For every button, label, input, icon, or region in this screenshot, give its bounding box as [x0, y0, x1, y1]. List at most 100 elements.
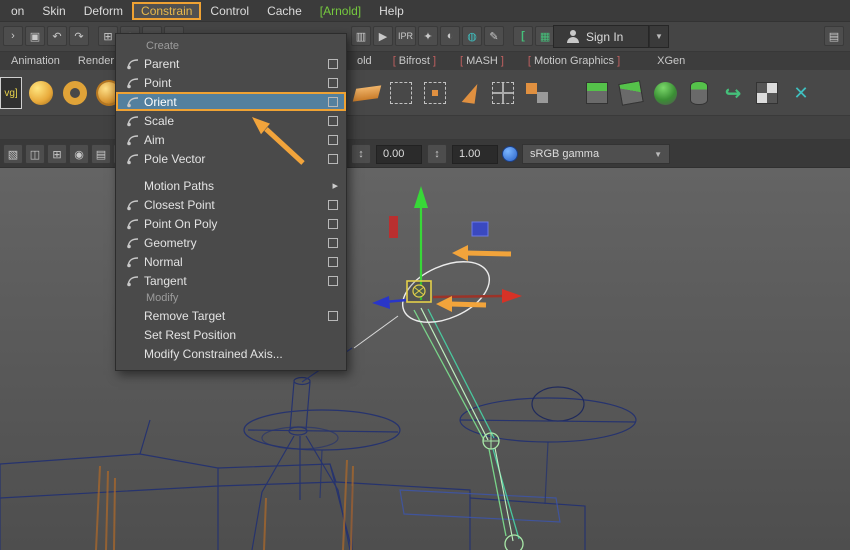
center-annotation-arrowhead [436, 296, 452, 312]
bracket-close: ] [430, 55, 439, 67]
cut-tool-icon[interactable]: ✕ [786, 77, 816, 109]
constrain-dropdown-menu: Create Parent Point Orient Scale Aim [115, 33, 347, 371]
menu-arnold[interactable]: [Arnold] [311, 2, 370, 20]
pane-layout-icon[interactable]: ◫ [25, 144, 45, 164]
fold-plane-icon[interactable] [454, 77, 484, 109]
shelf-tab-animation[interactable]: Animation [2, 53, 69, 69]
parent-constraint-icon [122, 57, 144, 71]
orient-option-box[interactable] [328, 97, 338, 107]
texture-sphere-icon[interactable]: ◍ [462, 26, 482, 46]
menu-constrain[interactable]: Constrain [132, 2, 201, 20]
isolate-select-icon[interactable]: ▤ [91, 144, 111, 164]
menu-item-closest-point[interactable]: Closest Point [116, 195, 346, 214]
bracket-close: ] [498, 55, 507, 67]
menu-item-tangent[interactable]: Tangent [116, 271, 346, 290]
maya-window: on Skin Deform Constrain Control Cache [… [0, 0, 850, 550]
signin-control: Sign In ▼ [553, 25, 669, 48]
paint-icon[interactable]: ✎ [484, 26, 504, 46]
menu-item-point-on-poly[interactable]: Point On Poly [116, 214, 346, 233]
marquee-icon[interactable] [386, 77, 416, 109]
menu-item-geometry[interactable]: Geometry [116, 233, 346, 252]
shelf-tab-xgen[interactable]: XGen [648, 53, 694, 69]
menu-item-pole-vector[interactable]: Pole Vector [116, 149, 346, 168]
geometry-option-box[interactable] [328, 238, 338, 248]
shelf-tab-mash[interactable]: [MASH] [448, 53, 516, 69]
render-view-icon[interactable]: ▥ [351, 26, 371, 46]
lattice-icon[interactable] [488, 77, 518, 109]
menu-deform[interactable]: Deform [75, 2, 132, 20]
region-bracket-left-icon[interactable]: [ [513, 26, 533, 46]
bracket-open: [ [457, 55, 466, 67]
menu-item-orient[interactable]: Orient [116, 92, 346, 111]
menu-item-normal[interactable]: Normal [116, 252, 346, 271]
geometry-constraint-icon [122, 236, 144, 250]
gamma-field[interactable]: 1.00 [452, 145, 498, 164]
scene-wireframe [0, 348, 636, 550]
torus-yellow-icon[interactable] [60, 77, 90, 109]
closest-point-option-box[interactable] [328, 200, 338, 210]
redo-icon[interactable]: ↷ [69, 26, 89, 46]
svg-shelf-button[interactable]: vg] [0, 77, 22, 109]
grid-display-icon[interactable]: ⊞ [47, 144, 67, 164]
scale-option-box[interactable] [328, 116, 338, 126]
menu-help[interactable]: Help [370, 2, 413, 20]
selection-mask-icon[interactable]: ▣ [25, 26, 45, 46]
menu-item-remove-target[interactable]: Remove Target [116, 306, 346, 325]
rotate-manipulator[interactable] [372, 186, 522, 334]
signin-button[interactable]: Sign In [553, 25, 649, 48]
menu-skin[interactable]: Skin [33, 2, 74, 20]
cylinder-green-icon[interactable] [684, 77, 714, 109]
menu-item-aim[interactable]: Aim [116, 130, 346, 149]
normal-option-box[interactable] [328, 257, 338, 267]
sphere-yellow-icon[interactable] [26, 77, 56, 109]
shelf-tab-motion-graphics[interactable]: [Motion Graphics] [516, 53, 632, 69]
workspace-icon[interactable]: ▤ [824, 26, 844, 46]
cube-green-icon[interactable] [582, 77, 612, 109]
undo-icon[interactable]: ↶ [47, 26, 67, 46]
pole-vector-option-box[interactable] [328, 154, 338, 164]
menu-control[interactable]: Control [201, 2, 258, 20]
shaded-display-icon[interactable]: ▧ [3, 144, 23, 164]
tangent-option-box[interactable] [328, 276, 338, 286]
plane-orange-icon[interactable] [352, 77, 382, 109]
aim-option-box[interactable] [328, 135, 338, 145]
normal-constraint-icon [122, 255, 144, 269]
menu-item-scale[interactable]: Scale [116, 111, 346, 130]
shelf-tab-bifrost[interactable]: [Bifrost] [381, 53, 448, 69]
menu-item-point[interactable]: Point [116, 73, 346, 92]
gamma-toggle-icon[interactable]: ↕ [427, 144, 447, 164]
exposure-field[interactable]: 0.00 [376, 145, 422, 164]
menu-item-parent[interactable]: Parent [116, 54, 346, 73]
wedge-green-icon[interactable] [616, 77, 646, 109]
chevron-down-icon: ▼ [654, 150, 662, 159]
point-on-poly-option-box[interactable] [328, 219, 338, 229]
parent-option-box[interactable] [328, 59, 338, 69]
squares-icon[interactable] [522, 77, 552, 109]
aim-constraint-icon [122, 133, 144, 147]
menu-skeleton[interactable]: on [2, 2, 33, 20]
camera-icon[interactable]: ◉ [69, 144, 89, 164]
marquee-dot-icon[interactable] [420, 77, 450, 109]
colorspace-dropdown[interactable]: sRGB gamma ▼ [522, 144, 670, 164]
curve-arrow-icon[interactable]: ↪ [718, 77, 748, 109]
menu-item-motion-paths[interactable]: Motion Paths ▸ [116, 176, 346, 195]
remove-target-option-box[interactable] [328, 311, 338, 321]
point-on-poly-constraint-icon [122, 217, 144, 231]
render-settings-icon[interactable]: ✦ [418, 26, 438, 46]
menu-item-set-rest-position[interactable]: Set Rest Position [116, 325, 346, 344]
menu-cache[interactable]: Cache [258, 2, 311, 20]
color-management-icon[interactable] [502, 146, 518, 162]
checker-magnet-icon[interactable] [752, 77, 782, 109]
shelf-tabs-left: Animation Render [2, 52, 123, 70]
menu-item-modify-constrained-axis[interactable]: Modify Constrained Axis... [116, 344, 346, 363]
display-layers-icon[interactable]: ◐ [440, 26, 460, 46]
shelf-tab-arnold[interactable]: old [348, 53, 381, 69]
exposure-toggle-icon[interactable]: ↕ [351, 144, 371, 164]
render-frame-icon[interactable]: ▶ [373, 26, 393, 46]
point-option-box[interactable] [328, 78, 338, 88]
z-axis-arrowhead [372, 296, 390, 309]
expand-icon[interactable]: › [3, 26, 23, 46]
sphere-green-icon[interactable] [650, 77, 680, 109]
signin-dropdown-arrow[interactable]: ▼ [649, 25, 669, 48]
ipr-render-icon[interactable]: IPR [395, 26, 416, 46]
